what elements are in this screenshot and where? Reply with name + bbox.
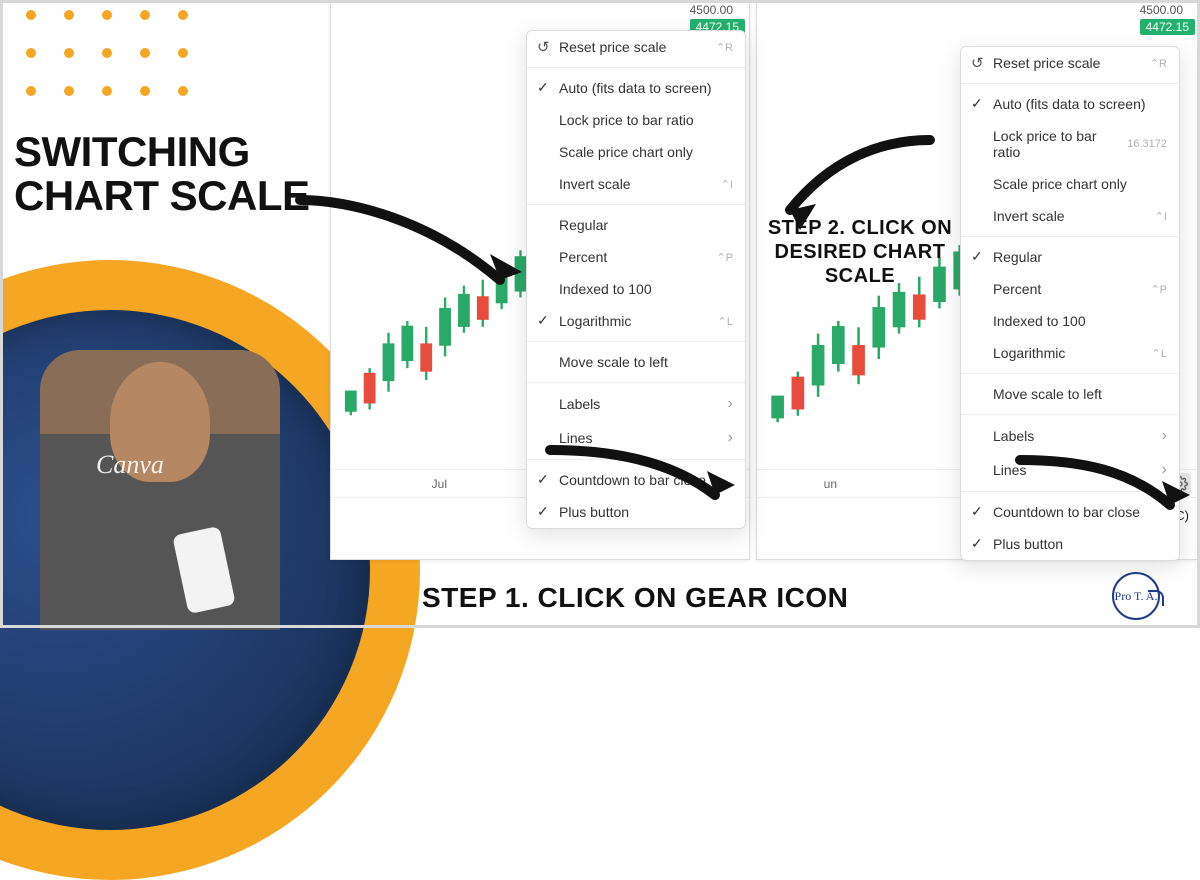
timeline-label: Jul [432, 477, 447, 491]
menu-scale-indexed[interactable]: Indexed to 100 [961, 305, 1179, 337]
menu-label: Percent [559, 249, 607, 265]
menu-label: Scale price chart only [993, 176, 1127, 192]
menu-label: Auto (fits data to screen) [559, 80, 712, 96]
menu-label: Indexed to 100 [559, 281, 652, 297]
menu-label: Labels [993, 428, 1034, 444]
menu-shortcut: ⌃L [1152, 347, 1167, 360]
scale-menu-right: Reset price scale ⌃R Auto (fits data to … [960, 46, 1180, 561]
menu-plus-button[interactable]: Plus button [961, 528, 1179, 560]
headline-line1: SWITCHING [14, 130, 310, 174]
menu-scale-chart-only[interactable]: Scale price chart only [961, 168, 1179, 200]
main-headline: SWITCHING CHART SCALE [14, 130, 310, 218]
menu-label: Move scale to left [559, 354, 668, 370]
headline-line2: CHART SCALE [14, 174, 310, 218]
menu-shortcut: ⌃I [721, 178, 733, 191]
price-tick: 4500.00 [1140, 3, 1195, 17]
menu-move-scale-left[interactable]: Move scale to left [961, 378, 1179, 410]
menu-label: Indexed to 100 [993, 313, 1086, 329]
menu-labels[interactable]: Labels [961, 419, 1179, 453]
menu-shortcut: ⌃R [716, 41, 733, 54]
menu-shortcut: ⌃P [716, 251, 733, 264]
menu-label: Regular [993, 249, 1042, 265]
menu-reset-scale[interactable]: Reset price scale ⌃R [961, 47, 1179, 79]
timeline-label: un [824, 477, 837, 491]
menu-label: Plus button [559, 504, 629, 520]
brand-logo: Pro T. A. [1112, 572, 1160, 620]
menu-plus-button[interactable]: Plus button [527, 496, 745, 528]
menu-label: Countdown to bar close [993, 504, 1140, 520]
menu-label: Lock price to bar ratio [559, 112, 694, 128]
menu-scale-indexed[interactable]: Indexed to 100 [527, 273, 745, 305]
menu-lines[interactable]: Lines [961, 453, 1179, 487]
menu-label: Lines [993, 462, 1026, 478]
scale-menu-left: Reset price scale ⌃R Auto (fits data to … [526, 30, 746, 529]
brand-logo-text: Pro T. A. [1115, 589, 1158, 604]
menu-shortcut: ⌃P [1150, 283, 1167, 296]
menu-label: Logarithmic [993, 345, 1065, 361]
menu-label: Lock price to bar ratio [993, 128, 1127, 160]
menu-labels[interactable]: Labels [527, 387, 745, 421]
menu-label: Scale price chart only [559, 144, 693, 160]
menu-auto-fit[interactable]: Auto (fits data to screen) [961, 88, 1179, 120]
menu-scale-chart-only[interactable]: Scale price chart only [527, 136, 745, 168]
menu-label: Invert scale [559, 176, 631, 192]
menu-lock-ratio[interactable]: Lock price to bar ratio 16.3172 [961, 120, 1179, 168]
menu-shortcut: ⌃R [1150, 57, 1167, 70]
menu-invert-scale[interactable]: Invert scale ⌃I [961, 200, 1179, 232]
menu-countdown[interactable]: Countdown to bar close [961, 496, 1179, 528]
price-tick: 4500.00 [690, 3, 745, 17]
menu-scale-regular[interactable]: Regular [961, 241, 1179, 273]
menu-scale-log[interactable]: Logarithmic ⌃L [527, 305, 745, 337]
menu-reset-scale[interactable]: Reset price scale ⌃R [527, 31, 745, 63]
person-illustration [40, 350, 280, 630]
last-price-badge: 4472.15 [1140, 19, 1195, 35]
menu-scale-percent[interactable]: Percent ⌃P [961, 273, 1179, 305]
menu-label: Move scale to left [993, 386, 1102, 402]
menu-label: Lines [559, 430, 592, 446]
menu-lock-ratio[interactable]: Lock price to bar ratio [527, 104, 745, 136]
menu-label: Invert scale [993, 208, 1065, 224]
canva-watermark: Canva [96, 450, 164, 480]
menu-label: Auto (fits data to screen) [993, 96, 1146, 112]
axis-top-right: 4500.00 4472.15 [1140, 3, 1195, 35]
menu-auto-fit[interactable]: Auto (fits data to screen) [527, 72, 745, 104]
menu-scale-percent[interactable]: Percent ⌃P [527, 241, 745, 273]
step-1-label: STEP 1. CLICK ON GEAR ICON [422, 582, 848, 614]
menu-label: Logarithmic [559, 313, 631, 329]
step-2-label: STEP 2. CLICK ON DESIRED CHART SCALE [760, 216, 960, 288]
menu-label: Reset price scale [559, 39, 666, 55]
menu-move-scale-left[interactable]: Move scale to left [527, 346, 745, 378]
menu-value: 16.3172 [1127, 138, 1167, 150]
menu-label: Reset price scale [993, 55, 1100, 71]
menu-label: Countdown to bar close [559, 472, 706, 488]
menu-label: Plus button [993, 536, 1063, 552]
decorative-dots [26, 10, 192, 100]
menu-shortcut: ⌃I [1155, 210, 1167, 223]
menu-label: Regular [559, 217, 608, 233]
menu-scale-regular[interactable]: Regular [527, 209, 745, 241]
menu-invert-scale[interactable]: Invert scale ⌃I [527, 168, 745, 200]
menu-lines[interactable]: Lines [527, 421, 745, 455]
menu-scale-log[interactable]: Logarithmic ⌃L [961, 337, 1179, 369]
menu-label: Labels [559, 396, 600, 412]
menu-countdown[interactable]: Countdown to bar close [527, 464, 745, 496]
menu-shortcut: ⌃L [718, 315, 733, 328]
menu-label: Percent [993, 281, 1041, 297]
